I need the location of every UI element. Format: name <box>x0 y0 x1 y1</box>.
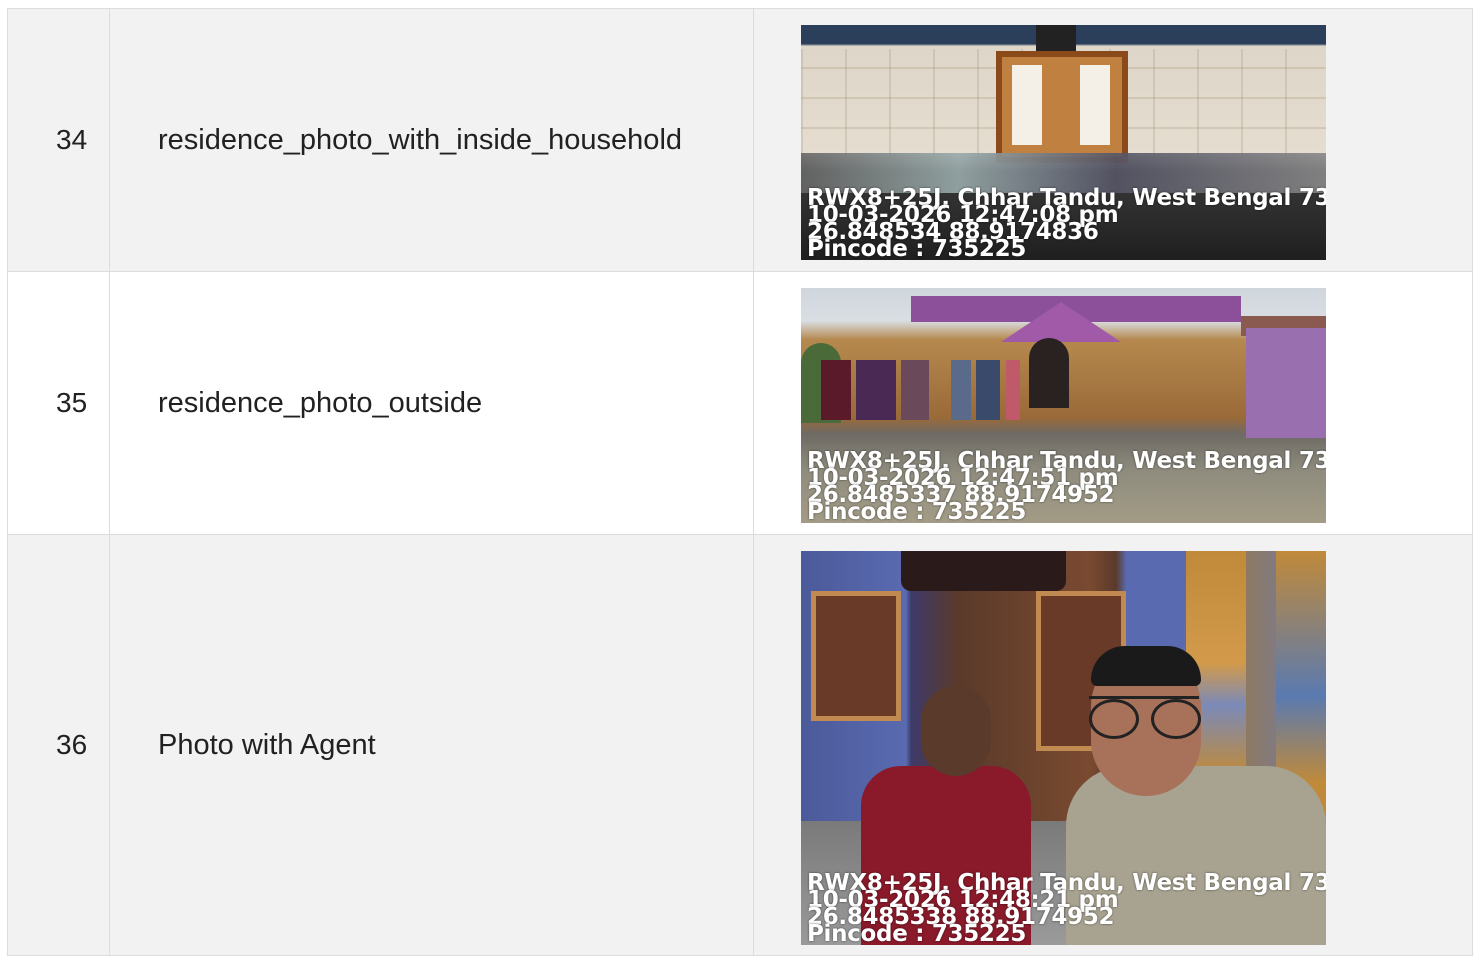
photo-cell: RWX8+25J, Chhar Tandu, West Bengal 7352 … <box>753 272 1473 534</box>
photo-geotag-overlay: RWX8+25J, Chhar Tandu, West Bengal 7352 … <box>807 450 1326 524</box>
photo-geotag-overlay: RWX8+25J, Chhar Tandu, West Bengal 7352 … <box>807 187 1326 261</box>
row-number: 34 <box>7 9 109 271</box>
row-number: 36 <box>7 535 109 955</box>
residence-inside-photo[interactable]: RWX8+25J, Chhar Tandu, West Bengal 7352 … <box>801 25 1326 260</box>
photo-label: Photo with Agent <box>109 535 753 955</box>
residence-outside-photo[interactable]: RWX8+25J, Chhar Tandu, West Bengal 7352 … <box>801 288 1326 523</box>
table-row: 36 Photo with Agent RWX8+25J, Chhar Tand… <box>7 535 1473 956</box>
photo-geotag-overlay: RWX8+25J, Chhar Tandu, West Bengal 7352 … <box>807 872 1326 946</box>
table-row: 35 residence_photo_outside RWX8+25J, Chh… <box>7 272 1473 535</box>
photo-cell: RWX8+25J, Chhar Tandu, West Bengal 7352 … <box>753 535 1473 955</box>
photo-cell: RWX8+25J, Chhar Tandu, West Bengal 7352 … <box>753 9 1473 271</box>
photo-label: residence_photo_outside <box>109 272 753 534</box>
table-row: 34 residence_photo_with_inside_household… <box>7 9 1473 272</box>
agent-selfie-photo[interactable]: RWX8+25J, Chhar Tandu, West Bengal 7352 … <box>801 551 1326 945</box>
photo-label: residence_photo_with_inside_household <box>109 9 753 271</box>
row-number: 35 <box>7 272 109 534</box>
photo-table: 34 residence_photo_with_inside_household… <box>7 8 1473 956</box>
